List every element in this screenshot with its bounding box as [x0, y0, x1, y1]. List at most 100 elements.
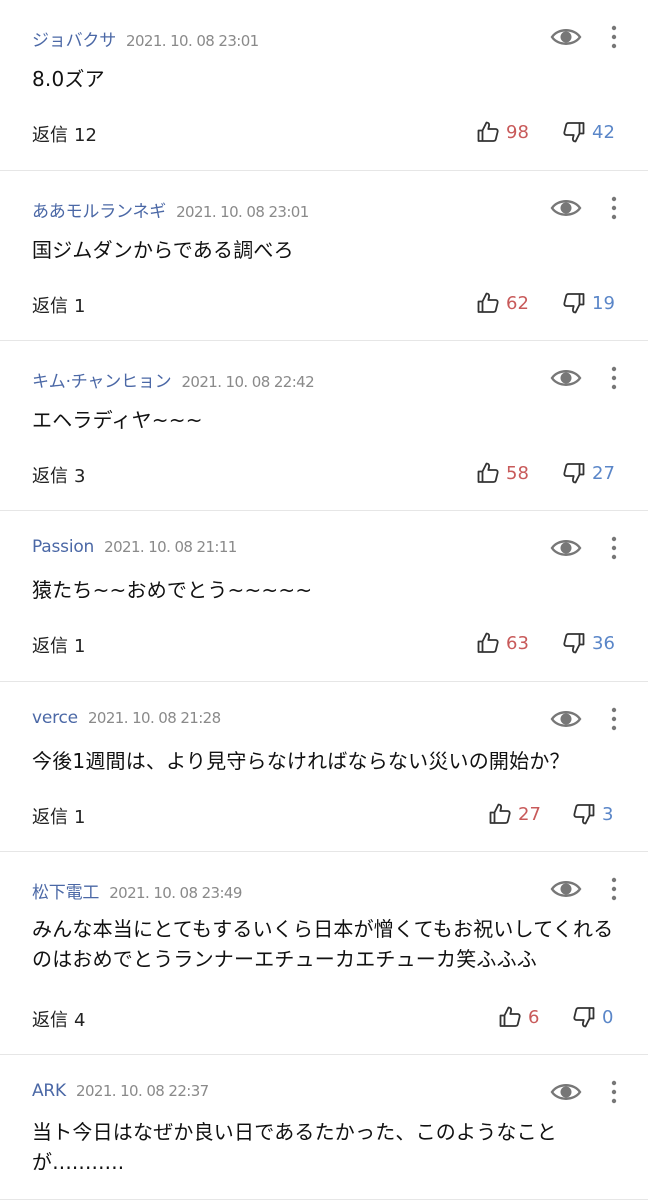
more-vertical-icon[interactable] [606, 365, 622, 391]
comment-date: 2021. 10. 08 23:01 [176, 203, 309, 221]
like-button[interactable]: 58 [476, 461, 529, 485]
reply-button[interactable]: 返信 1 [32, 292, 85, 318]
dislike-button[interactable]: 27 [562, 461, 615, 485]
like-count: 63 [506, 632, 529, 654]
comment-author[interactable]: Passion [32, 537, 94, 557]
comment-item: ARK 2021. 10. 08 22:37 当ト今日はなぜか良い日であるたかっ… [0, 1055, 648, 1200]
thumbs-up-icon [477, 292, 499, 313]
comment-author[interactable]: ジョバクサ [32, 26, 116, 51]
like-button[interactable]: 62 [476, 291, 529, 315]
reply-button[interactable]: 返信 12 [32, 121, 97, 147]
eye-icon[interactable] [550, 536, 582, 560]
comment-date: 2021. 10. 08 23:01 [126, 32, 259, 50]
comment-date: 2021. 10. 08 21:28 [87, 709, 221, 727]
dislike-count: 19 [592, 292, 615, 314]
thumbs-up-icon [499, 1006, 521, 1027]
like-button[interactable]: 27 [488, 802, 541, 826]
dislike-count: 3 [602, 803, 614, 825]
dislike-count: 42 [592, 121, 615, 143]
more-vertical-icon[interactable] [606, 1079, 622, 1105]
comment-author[interactable]: ARK [32, 1081, 66, 1101]
more-vertical-icon[interactable] [606, 876, 622, 902]
reply-count: 12 [74, 125, 97, 146]
comment-date: 2021. 10. 08 22:37 [76, 1082, 209, 1100]
thumbs-up-icon [477, 462, 499, 483]
thumbs-down-icon [563, 293, 585, 314]
eye-icon[interactable] [550, 196, 582, 220]
like-button[interactable]: 98 [476, 120, 529, 144]
dislike-button[interactable]: 42 [562, 120, 615, 144]
reply-label: 返信 [32, 466, 68, 487]
eye-icon[interactable] [550, 877, 582, 901]
comment-date: 2021. 10. 08 23:49 [109, 884, 242, 902]
like-count: 62 [506, 292, 529, 314]
comment-date: 2021. 10. 08 22:42 [181, 373, 315, 391]
dislike-count: 0 [602, 1006, 614, 1028]
comment-text: 今後1週間は、より見守らなければならない災いの開始か？ [32, 749, 570, 773]
thumbs-down-icon [563, 633, 585, 654]
comment-meta: キム·チャンヒョン 2021. 10. 08 22:42 [32, 367, 315, 392]
comment-meta: ああモルランネギ 2021. 10. 08 23:01 [32, 197, 309, 222]
like-button[interactable]: 6 [498, 1005, 539, 1029]
reply-label: 返信 [32, 125, 68, 146]
reply-button[interactable]: 返信 1 [32, 803, 85, 829]
reply-button[interactable]: 返信 4 [32, 1006, 85, 1032]
like-count: 27 [518, 803, 541, 825]
dislike-button[interactable]: 19 [562, 291, 615, 315]
like-count: 58 [506, 462, 529, 484]
comment-meta: ジョバクサ 2021. 10. 08 23:01 [32, 26, 259, 51]
eye-icon[interactable] [550, 707, 582, 731]
like-count: 98 [506, 121, 529, 143]
dislike-count: 27 [592, 462, 615, 484]
thumbs-down-icon [563, 122, 585, 143]
reply-count: 1 [74, 807, 86, 828]
eye-icon[interactable] [550, 1080, 582, 1104]
reply-button[interactable]: 返信 1 [32, 632, 85, 658]
comment-meta: verce 2021. 10. 08 21:28 [32, 708, 221, 732]
comment-text: エヘラディヤ~~~ [32, 408, 203, 432]
dislike-button[interactable]: 0 [572, 1005, 613, 1029]
dislike-button[interactable]: 3 [572, 802, 613, 826]
like-button[interactable]: 63 [476, 631, 529, 655]
comment-item: ああモルランネギ 2021. 10. 08 23:01 国ジムダンからである調べ… [0, 171, 648, 341]
reply-count: 1 [74, 296, 86, 317]
eye-icon[interactable] [550, 366, 582, 390]
comment-item: 松下電工 2021. 10. 08 23:49 みんな本当にとてもするいくら日本… [0, 852, 648, 1055]
more-vertical-icon[interactable] [606, 195, 622, 221]
comment-meta: ARK 2021. 10. 08 22:37 [32, 1081, 209, 1105]
comment-author[interactable]: ああモルランネギ [32, 197, 166, 222]
thumbs-up-icon [477, 632, 499, 653]
reply-count: 4 [74, 1010, 86, 1031]
reply-count: 1 [74, 636, 86, 657]
reply-label: 返信 [32, 1010, 68, 1031]
more-vertical-icon[interactable] [606, 706, 622, 732]
reply-button[interactable]: 返信 3 [32, 462, 85, 488]
comment-author[interactable]: verce [32, 708, 78, 728]
comment-author[interactable]: 松下電工 [32, 878, 99, 903]
comment-item: ジョバクサ 2021. 10. 08 23:01 8.0ズア 返信 12 98 4… [0, 0, 648, 171]
thumbs-up-icon [477, 121, 499, 142]
reply-label: 返信 [32, 807, 68, 828]
comment-text: 8.0ズア [32, 67, 105, 91]
reply-count: 3 [74, 466, 86, 487]
comment-meta: 松下電工 2021. 10. 08 23:49 [32, 878, 242, 903]
comment-text: 猿たち~~おめでとう~~~~~ [32, 578, 313, 602]
more-vertical-icon[interactable] [606, 535, 622, 561]
comment-date: 2021. 10. 08 21:11 [104, 538, 237, 556]
comment-text: みんな本当にとてもするいくら日本が憎くてもお祝いしてくれるのはおめでとうランナー… [32, 917, 614, 971]
thumbs-down-icon [563, 463, 585, 484]
more-vertical-icon[interactable] [606, 24, 622, 50]
thumbs-down-icon [573, 1007, 595, 1028]
thumbs-down-icon [573, 804, 595, 825]
comment-text: 当ト今日はなぜか良い日であるたかった、このようなことが........... [32, 1120, 557, 1174]
comment-item: Passion 2021. 10. 08 21:11 猿たち~~おめでとう~~~… [0, 511, 648, 682]
comment-meta: Passion 2021. 10. 08 21:11 [32, 537, 237, 561]
reply-label: 返信 [32, 296, 68, 317]
like-count: 6 [528, 1006, 540, 1028]
comment-author[interactable]: キム·チャンヒョン [32, 367, 172, 392]
dislike-button[interactable]: 36 [562, 631, 615, 655]
thumbs-up-icon [489, 803, 511, 824]
eye-icon[interactable] [550, 25, 582, 49]
comment-item: キム·チャンヒョン 2021. 10. 08 22:42 エヘラディヤ~~~ 返… [0, 341, 648, 511]
dislike-count: 36 [592, 632, 615, 654]
